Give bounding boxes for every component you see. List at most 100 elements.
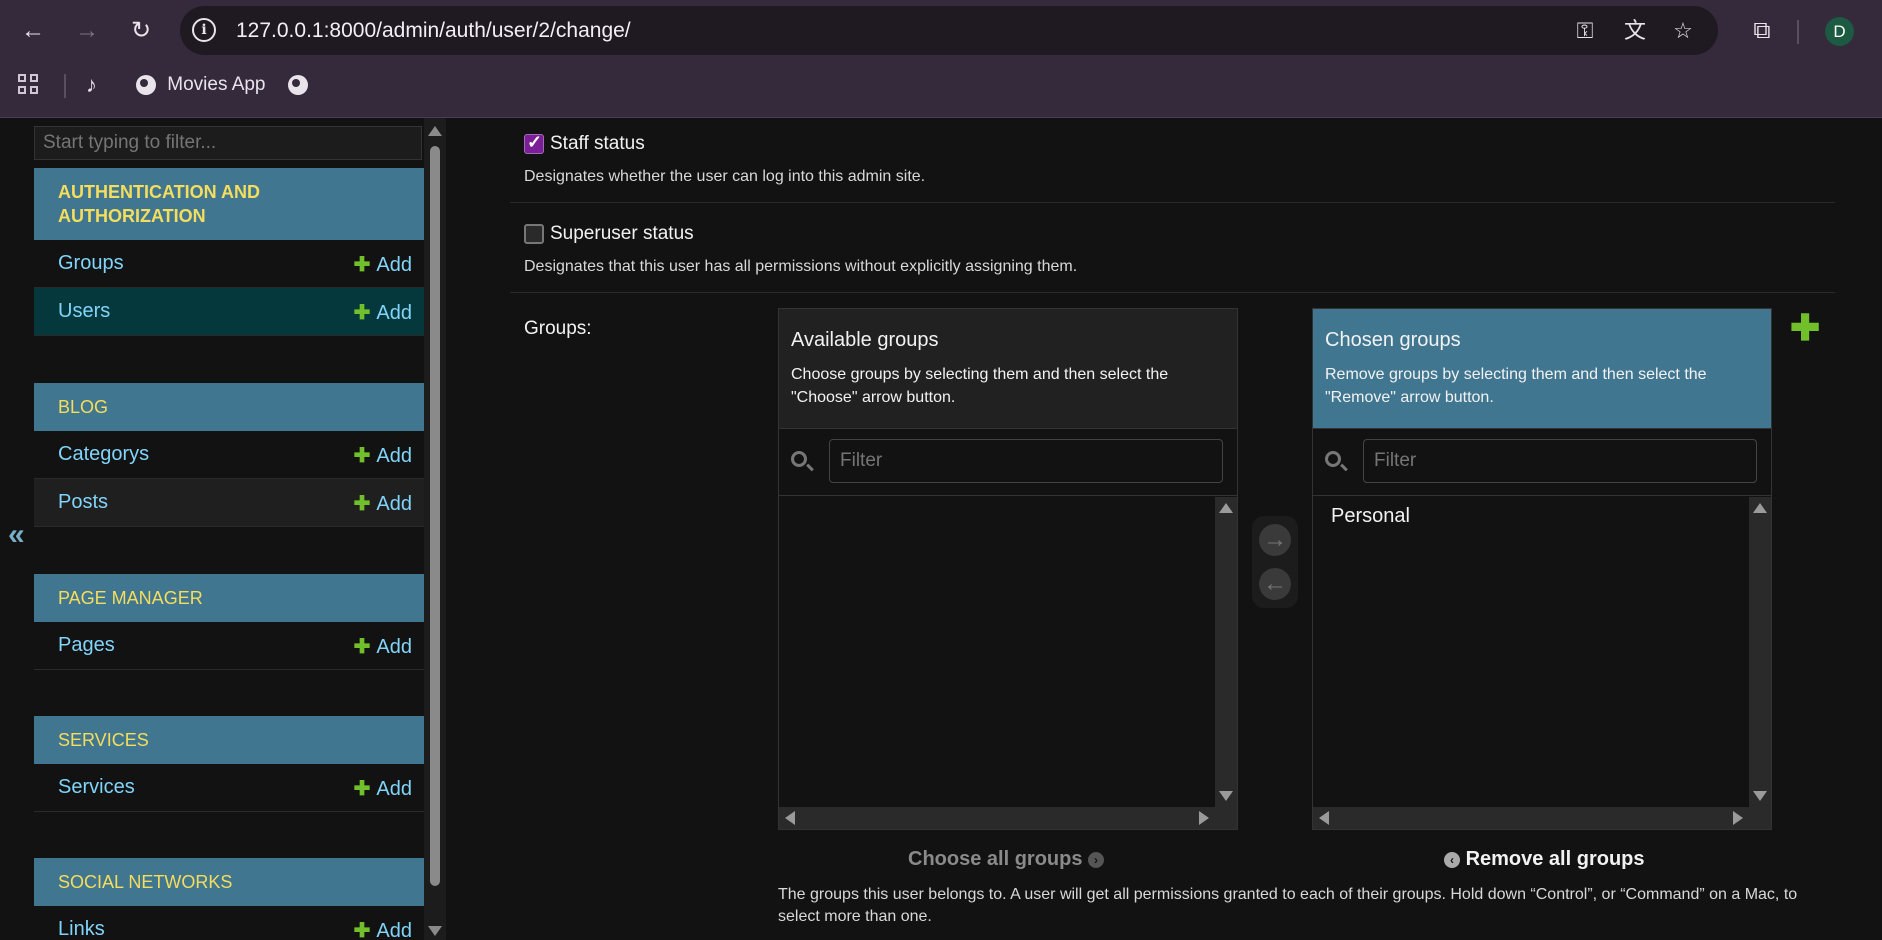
add-label: Add [376, 445, 412, 467]
available-groups-list[interactable] [779, 497, 1215, 807]
scroll-down-icon[interactable] [1753, 791, 1767, 801]
superuser-status-row: Superuser status Designates that this us… [510, 202, 1835, 293]
selector-chooser: → ← [1252, 516, 1298, 608]
scroll-up-icon[interactable] [1753, 503, 1767, 513]
add-posts-link[interactable]: ✚ Add [354, 491, 412, 516]
profile-avatar[interactable]: D [1825, 17, 1854, 46]
sidebar-link-pages[interactable]: Pages [58, 634, 115, 657]
bookmark-movies-app[interactable]: Movies App [136, 70, 266, 100]
available-groups-description: Choose groups by selecting them and then… [791, 366, 1169, 406]
available-list-hscroll[interactable] [779, 807, 1237, 829]
scroll-down-icon[interactable] [1219, 791, 1233, 801]
available-groups-filter-input[interactable] [829, 439, 1223, 483]
scroll-up-icon[interactable] [1219, 503, 1233, 513]
sidebar-link-posts[interactable]: Posts [58, 491, 108, 514]
choose-all-groups-link[interactable]: Choose all groups › [908, 848, 1105, 871]
chosen-list-hscroll[interactable] [1313, 807, 1771, 829]
remove-all-label: Remove all groups [1465, 848, 1645, 870]
plus-icon: ✚ [353, 254, 371, 276]
module-header-auth[interactable]: AUTHENTICATION AND AUTHORIZATION [34, 168, 424, 240]
groups-help-text: The groups this user belongs to. A user … [778, 886, 1798, 925]
add-categorys-link[interactable]: ✚ Add [354, 443, 412, 468]
sidebar-link-categorys[interactable]: Categorys [58, 443, 149, 466]
globe-icon [288, 74, 308, 95]
scroll-up-icon[interactable] [428, 126, 442, 136]
choose-arrow-icon[interactable]: → [1259, 524, 1291, 556]
sidebar-item-groups: Groups ✚ Add [34, 240, 424, 288]
add-groups-link[interactable]: ✚ Add [354, 252, 412, 277]
sidebar-item-posts: Posts ✚ Add [34, 479, 424, 527]
sidebar-item-services: Services ✚ Add [34, 764, 424, 812]
site-info-icon[interactable]: i [192, 18, 216, 42]
plus-icon: ✚ [353, 302, 371, 324]
chosen-filter-row [1313, 429, 1771, 496]
bookmark-globe[interactable] [288, 70, 308, 100]
admin-page: « AUTHENTICATION AND AUTHORIZATION Group… [0, 118, 1882, 940]
bookmark-guitar-icon[interactable]: ♪ [86, 70, 97, 100]
groups-label: Groups: [524, 318, 592, 339]
superuser-status-label[interactable]: Superuser status [550, 223, 694, 245]
sidebar-link-groups[interactable]: Groups [58, 252, 124, 275]
add-label: Add [376, 302, 412, 324]
module-header-social-networks[interactable]: SOCIAL NETWORKS [34, 858, 424, 906]
chevron-left-icon: ‹ [1444, 851, 1460, 868]
staff-status-checkbox[interactable] [524, 132, 544, 154]
sidebar-filter-input[interactable] [34, 126, 422, 160]
address-bar[interactable]: i 127.0.0.1:8000/admin/auth/user/2/chang… [180, 6, 1718, 55]
scroll-left-icon[interactable] [1319, 811, 1329, 825]
scroll-right-icon[interactable] [1733, 811, 1743, 825]
chosen-groups-description: Remove groups by selecting them and then… [1325, 366, 1707, 406]
add-group-plus-icon[interactable]: ✚ [1790, 310, 1820, 346]
scroll-down-icon[interactable] [428, 926, 442, 936]
plus-icon: ✚ [353, 636, 371, 658]
chevron-right-icon: › [1088, 851, 1105, 868]
module-header-blog[interactable]: BLOG [34, 383, 424, 431]
sidebar-scrollbar[interactable] [424, 118, 446, 940]
forward-icon[interactable]: → [70, 14, 104, 48]
back-icon[interactable]: ← [16, 14, 50, 48]
translate-icon[interactable]: 文 [1622, 18, 1648, 44]
apps-icon[interactable] [18, 74, 42, 98]
search-icon [1325, 451, 1341, 467]
available-groups-header: Available groups Choose groups by select… [779, 309, 1237, 429]
list-item[interactable]: Personal [1331, 505, 1410, 528]
module-header-page-manager[interactable]: PAGE MANAGER [34, 574, 424, 622]
sidebar-item-users: Users ✚ Add [34, 288, 424, 336]
remove-arrow-icon[interactable]: ← [1259, 568, 1291, 600]
reload-icon[interactable]: ↻ [124, 14, 158, 48]
url-text[interactable]: 127.0.0.1:8000/admin/auth/user/2/change/ [236, 19, 631, 43]
key-icon[interactable]: ⚿ [1572, 18, 1598, 44]
choose-all-label: Choose all groups [908, 848, 1083, 870]
star-icon[interactable]: ☆ [1670, 18, 1696, 44]
sidebar-link-services[interactable]: Services [58, 776, 135, 799]
sidebar-item-categorys: Categorys ✚ Add [34, 431, 424, 479]
globe-icon [136, 74, 156, 95]
collapse-sidebar-button[interactable]: « [8, 518, 25, 552]
chosen-list-vscroll[interactable] [1749, 497, 1771, 807]
toolbar-divider [1797, 20, 1799, 44]
plus-icon: ✚ [353, 778, 371, 800]
add-pages-link[interactable]: ✚ Add [354, 634, 412, 659]
add-users-link[interactable]: ✚ Add [354, 300, 412, 325]
remove-all-groups-link[interactable]: ‹ Remove all groups [1444, 848, 1645, 871]
scroll-thumb[interactable] [430, 146, 440, 886]
chosen-groups-title: Chosen groups [1325, 329, 1461, 351]
nav-sidebar: AUTHENTICATION AND AUTHORIZATION Groups … [34, 126, 424, 940]
extensions-icon[interactable]: ⧉ [1745, 14, 1779, 48]
module-header-services[interactable]: SERVICES [34, 716, 424, 764]
change-form: Staff status Designates whether the user… [510, 118, 1840, 940]
scroll-left-icon[interactable] [785, 811, 795, 825]
chosen-groups-filter-input[interactable] [1363, 439, 1757, 483]
available-groups-title: Available groups [791, 329, 939, 351]
bookmark-divider [64, 74, 66, 98]
add-services-link[interactable]: ✚ Add [354, 776, 412, 801]
staff-status-label[interactable]: Staff status [550, 133, 645, 155]
sidebar-link-users[interactable]: Users [58, 300, 110, 323]
add-links-link[interactable]: ✚ Add [354, 918, 412, 940]
sidebar-link-links[interactable]: Links [58, 918, 105, 940]
available-list-vscroll[interactable] [1215, 497, 1237, 807]
scroll-right-icon[interactable] [1199, 811, 1209, 825]
superuser-status-checkbox[interactable] [524, 224, 544, 244]
chosen-groups-list[interactable]: Personal [1313, 497, 1749, 807]
plus-icon: ✚ [353, 445, 371, 467]
